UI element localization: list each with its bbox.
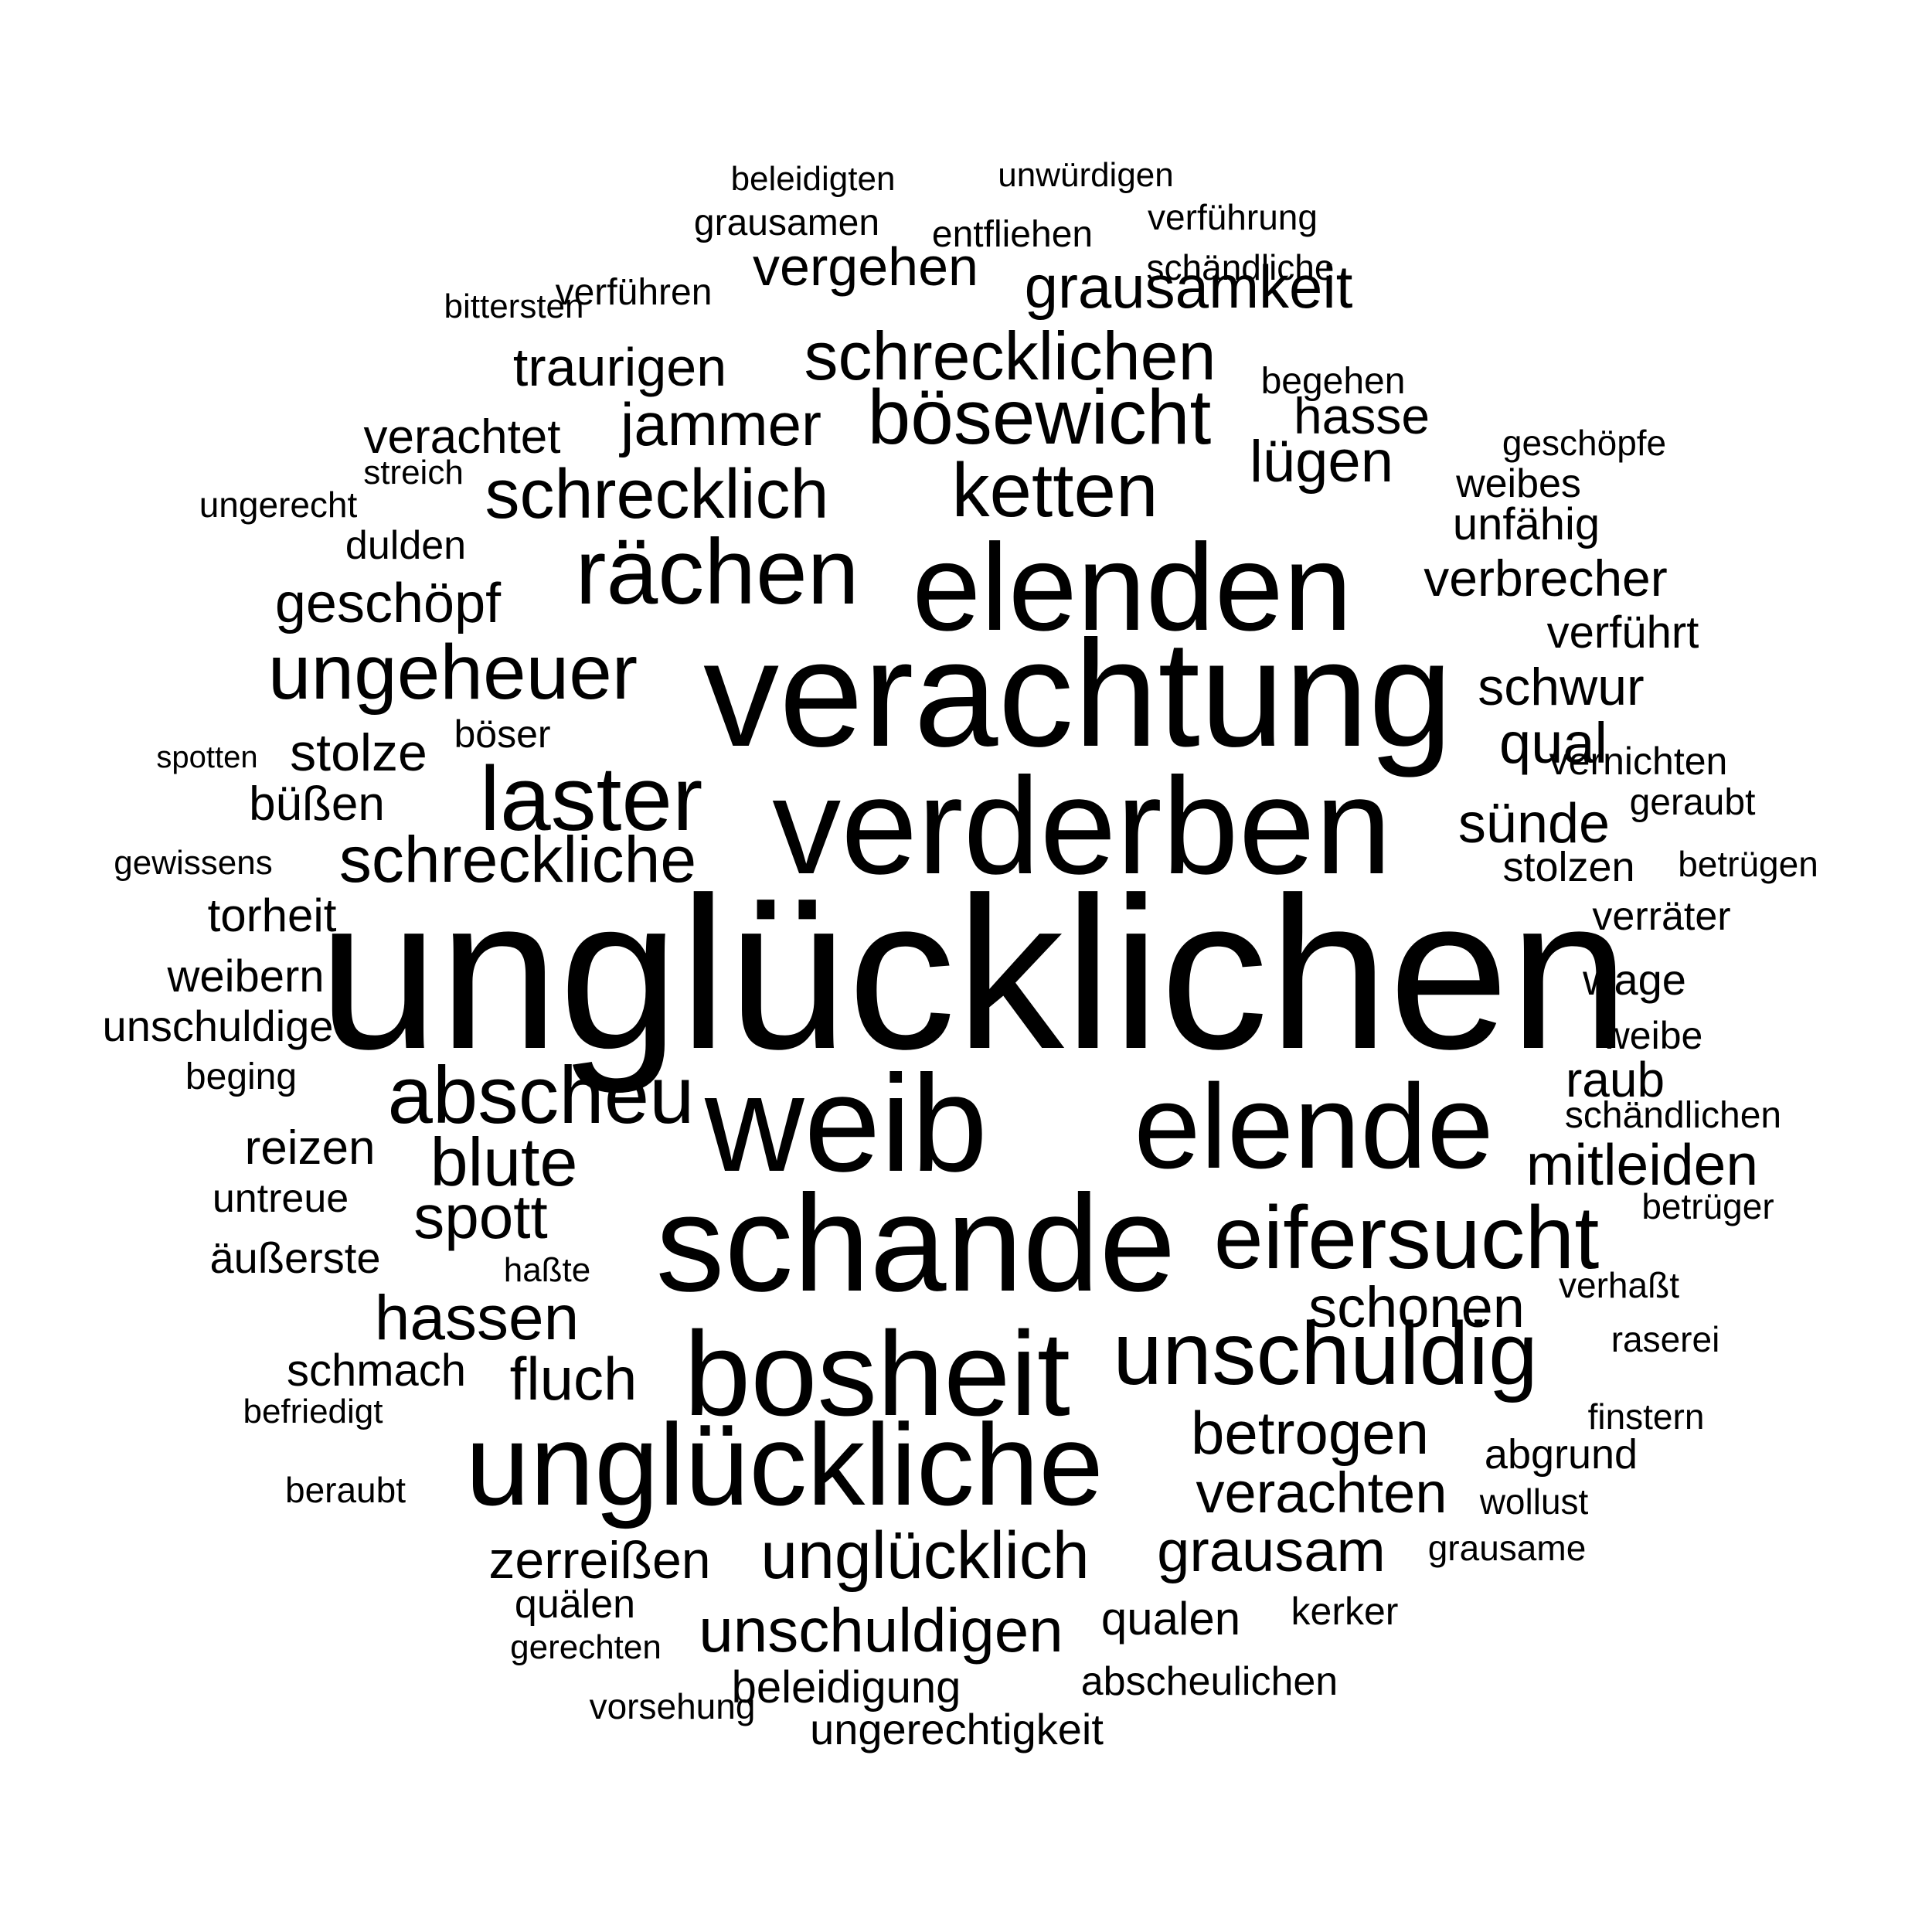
cloud-word: gerechten: [510, 1628, 662, 1666]
cloud-word: betrügen: [1678, 844, 1818, 884]
cloud-word: abgrund: [1484, 1431, 1638, 1478]
cloud-word: schändliche: [1146, 247, 1335, 287]
cloud-word: traurigen: [512, 337, 727, 397]
cloud-word: unglückliche: [465, 1400, 1104, 1529]
cloud-word: reizen: [244, 1121, 376, 1175]
cloud-word: wollust: [1479, 1481, 1589, 1522]
cloud-word: verhaßt: [1559, 1265, 1679, 1305]
cloud-word: begehen: [1260, 361, 1406, 402]
cloud-word: torheit: [207, 889, 337, 941]
cloud-word: ketten: [951, 447, 1158, 532]
cloud-word: qualen: [1100, 1593, 1241, 1645]
cloud-word: spott: [413, 1182, 548, 1251]
cloud-word: wage: [1583, 955, 1686, 1004]
cloud-word: untreue: [212, 1176, 349, 1221]
cloud-word: beging: [185, 1056, 298, 1097]
cloud-word: hassen: [374, 1283, 580, 1353]
cloud-word: jammer: [620, 390, 822, 458]
cloud-word: grausam: [1157, 1519, 1386, 1584]
cloud-word: schrecklichen: [804, 318, 1216, 394]
cloud-word: fluch: [509, 1345, 638, 1413]
cloud-word: spotten: [156, 740, 258, 774]
cloud-word: unglücklich: [760, 1519, 1090, 1593]
cloud-word: raserei: [1611, 1319, 1720, 1359]
cloud-word: beleidigten: [730, 160, 896, 198]
cloud-word: entfliehen: [931, 214, 1094, 255]
cloud-word: kerker: [1291, 1590, 1399, 1633]
cloud-word: büßen: [249, 777, 385, 831]
cloud-word: betrogen: [1191, 1399, 1429, 1467]
cloud-word: grausamen: [693, 202, 880, 243]
cloud-word: schonen: [1308, 1275, 1525, 1339]
cloud-word: zerreißen: [488, 1531, 711, 1590]
cloud-word: verführt: [1546, 607, 1699, 658]
cloud-word: unfähig: [1452, 499, 1600, 549]
cloud-word: streich: [363, 454, 464, 492]
cloud-word: schande: [655, 1166, 1176, 1320]
cloud-word: verführen: [555, 272, 713, 313]
cloud-word: schreckliche: [338, 823, 697, 896]
cloud-word: abscheulichen: [1080, 1659, 1338, 1704]
cloud-word: verderben: [772, 749, 1392, 903]
cloud-word: schrecklich: [485, 456, 829, 533]
cloud-word: ungerechtigkeit: [810, 1705, 1104, 1753]
cloud-word: befriedigt: [243, 1393, 383, 1430]
cloud-word: ungeheuer: [267, 629, 638, 716]
cloud-word: geschöpf: [274, 573, 502, 634]
cloud-word: finstern: [1587, 1396, 1705, 1437]
cloud-word: ungerecht: [199, 485, 358, 525]
cloud-word: weibern: [167, 951, 325, 1002]
cloud-word: eifersucht: [1213, 1189, 1600, 1287]
cloud-word: beleidigung: [731, 1662, 961, 1713]
cloud-word: grausame: [1427, 1528, 1587, 1568]
cloud-word: geschöpfe: [1502, 423, 1667, 463]
cloud-word: elende: [1134, 1060, 1494, 1193]
cloud-word: geraubt: [1629, 782, 1756, 823]
cloud-word: unwürdigen: [998, 156, 1174, 194]
cloud-word: äußerste: [209, 1233, 381, 1282]
cloud-word: quälen: [514, 1582, 636, 1627]
cloud-word: verbrecher: [1423, 549, 1668, 607]
cloud-word: verachten: [1196, 1461, 1447, 1525]
cloud-word: unschuldigen: [699, 1596, 1063, 1665]
cloud-word: vernichten: [1549, 740, 1728, 783]
cloud-word: weibes: [1456, 461, 1581, 506]
cloud-word: elenden: [912, 518, 1352, 656]
cloud-word: mitleiden: [1526, 1132, 1759, 1197]
cloud-word: dulden: [345, 523, 467, 568]
word-cloud: unglücklichen verachtung verderben weib scha…: [0, 0, 1932, 1932]
cloud-word: stolze: [290, 723, 427, 782]
cloud-word: schwur: [1478, 658, 1645, 716]
cloud-word: verräter: [1592, 894, 1731, 939]
cloud-word: gewissens: [114, 844, 273, 882]
cloud-word: unschuldige: [102, 1002, 334, 1050]
cloud-word: beraubt: [284, 1470, 406, 1510]
cloud-word: rächen: [575, 520, 859, 624]
cloud-word: verführung: [1148, 197, 1318, 237]
cloud-word: stolzen: [1502, 844, 1635, 890]
cloud-word: schändlichen: [1564, 1095, 1782, 1136]
cloud-word: böser: [454, 713, 551, 756]
cloud-word: vorsehung: [589, 1686, 756, 1726]
cloud-word: betrüger: [1641, 1186, 1774, 1226]
cloud-word: weibe: [1601, 1014, 1703, 1057]
cloud-word: haßte: [503, 1251, 591, 1289]
cloud-word: schmach: [286, 1345, 467, 1396]
